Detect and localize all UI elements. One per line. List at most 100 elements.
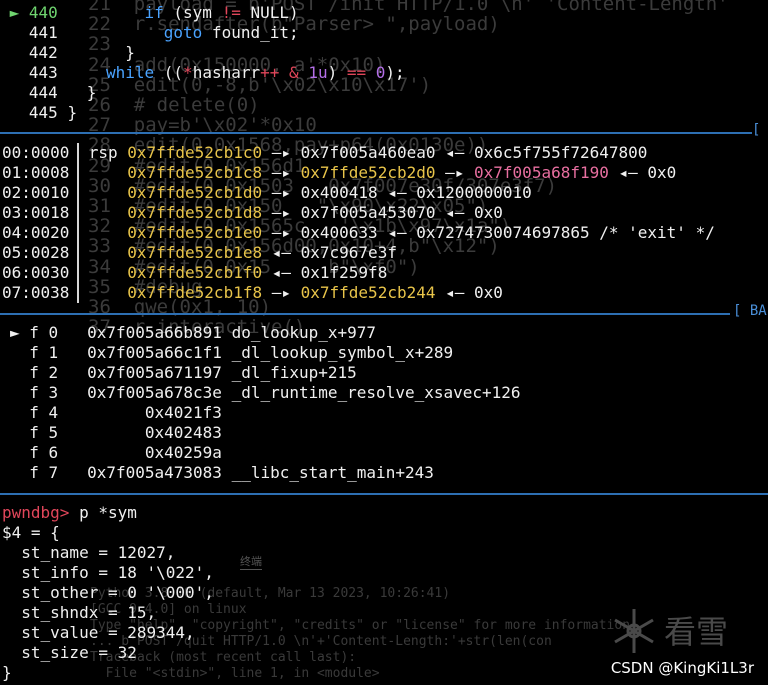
- stack-offset: 00:0000: [2, 143, 70, 162]
- stack-chain-value: 0x7ffde52cb244: [300, 283, 436, 302]
- frame-marker: [10, 363, 29, 382]
- source-code-token: !=: [221, 3, 241, 22]
- stack-chain-value: 0x0: [474, 203, 503, 222]
- stack-offset: 07:0038: [2, 283, 70, 302]
- backtrace-frame[interactable]: f 3 0x7f005a678c3e _dl_runtime_resolve_x…: [10, 383, 520, 403]
- stack-chain-value: ◂—: [377, 223, 417, 242]
- current-line-marker: [0, 43, 29, 62]
- source-code-token: if: [144, 3, 164, 22]
- frame-symbol: _dl_lookup_symbol_x+289: [231, 343, 454, 362]
- stack-offset: 05:0028: [2, 243, 70, 262]
- console-output-line: }: [2, 663, 12, 682]
- stack-chain-value: 0x0: [474, 283, 503, 302]
- stack-offset: 04:0020: [2, 223, 70, 242]
- stack-address[interactable]: 0x7ffde52cb1e8: [127, 243, 262, 262]
- watermark: CSDN @KingKi1L3r: [610, 659, 754, 677]
- current-line-marker: [0, 23, 29, 42]
- stack-chain-value: —▸: [435, 163, 475, 182]
- frame-marker: [10, 403, 29, 422]
- stack-address[interactable]: 0x7ffde52cb1c0: [127, 143, 262, 162]
- backtrace-frame[interactable]: f 5 0x402483: [10, 423, 232, 443]
- stack-address[interactable]: 0x7ffde52cb1e0: [127, 223, 262, 242]
- frame-marker: [10, 463, 29, 482]
- stack-chain-value: 0x0: [647, 163, 677, 182]
- stack-separator-label: [: [752, 122, 761, 138]
- stack-address[interactable]: 0x7ffde52cb1f0: [127, 263, 262, 282]
- stack-chain-value: ◂—: [262, 263, 301, 282]
- backtrace-frame[interactable]: f 2 0x7f005a671197 _dl_fixup+215: [10, 363, 357, 383]
- frame-address: 0x7f005a66c1f1: [87, 343, 232, 362]
- backtrace-frame[interactable]: f 1 0x7f005a66c1f1 _dl_lookup_symbol_x+2…: [10, 343, 453, 363]
- stack-chain-value: 0x1f259f8: [300, 263, 388, 282]
- stack-chain-value: ◂—: [435, 143, 475, 162]
- backtrace-separator-label: [ BA: [733, 303, 767, 319]
- frame-symbol: __libc_start_main+243: [231, 463, 434, 482]
- stack-chain-value: 0x7f005a453070: [300, 203, 436, 222]
- backtrace-frame[interactable]: f 6 0x40259a: [10, 443, 232, 463]
- source-line-number: 445: [28, 103, 68, 122]
- stack-chain-value: 0x7274730074697865 /* 'exit' */: [416, 223, 715, 242]
- source-code-token: [299, 63, 309, 82]
- frame-label: f 3: [29, 383, 88, 402]
- source-code-token: NULL): [240, 3, 299, 22]
- source-code-token: }: [67, 83, 97, 102]
- console-output-line: st_info = 18 '\022',: [2, 563, 214, 582]
- source-code-token: ++: [260, 63, 280, 82]
- stack-offset: 06:0030: [2, 263, 70, 282]
- stack-chain-value: ◂—: [435, 283, 475, 302]
- frame-address: 0x402483: [87, 423, 232, 442]
- stack-address[interactable]: 0x7ffde52cb1c8: [127, 163, 262, 182]
- stack-chain-value: 0x1200000010: [416, 183, 532, 202]
- console-output-line: st_shndx = 15,: [2, 603, 157, 622]
- stack-row: 01:0008 0x7ffde52cb1c8 —▸ 0x7ffde52cb2d0…: [2, 163, 676, 183]
- frame-address: 0x4021f3: [87, 403, 232, 422]
- backtrace-frame[interactable]: f 4 0x4021f3: [10, 403, 232, 423]
- stack-chain-value: 0x7ffde52cb2d0: [300, 163, 436, 182]
- stack-offset: 02:0010: [2, 183, 70, 202]
- frame-label: f 6: [29, 443, 88, 462]
- source-code-token: found_it;: [202, 23, 299, 42]
- frame-label: f 4: [29, 403, 88, 422]
- backtrace-frame[interactable]: f 7 0x7f005a473083 __libc_start_main+243: [10, 463, 434, 483]
- source-code-token: (sym: [163, 3, 222, 22]
- stack-register: [69, 163, 127, 182]
- frame-marker: ►: [10, 323, 30, 342]
- frame-symbol: _dl_fixup+215: [231, 363, 357, 382]
- stack-row: 04:0020 0x7ffde52cb1e0 —▸ 0x400633 ◂— 0x…: [2, 223, 715, 243]
- pwndbg-prompt: pwndbg>: [2, 503, 70, 522]
- stack-address[interactable]: 0x7ffde52cb1d0: [127, 183, 262, 202]
- current-line-marker: [0, 83, 29, 102]
- backtrace-separator: [0, 313, 730, 315]
- source-line-number: 443: [28, 63, 68, 82]
- stack-chain-value: —▸: [262, 183, 301, 202]
- source-code-token: 0: [375, 63, 386, 82]
- console-output-line: $4 = {: [2, 523, 60, 542]
- stack-row: 00:0000 rsp 0x7ffde52cb1c0 —▸ 0x7f005a46…: [2, 143, 647, 163]
- stack-chain-value: 0x400633: [300, 223, 378, 242]
- source-code-token: [366, 63, 376, 82]
- stack-offset: 03:0018: [2, 203, 70, 222]
- stack-address[interactable]: 0x7ffde52cb1d8: [127, 203, 262, 222]
- console-output-line: st_name = 12027,: [2, 543, 176, 562]
- source-code-token: *: [183, 63, 193, 82]
- source-code-token: while: [105, 63, 155, 82]
- stack-row: 02:0010 0x7ffde52cb1d0 —▸ 0x400418 ◂— 0x…: [2, 183, 532, 203]
- frame-label: f 5: [29, 423, 88, 442]
- stack-chain-value: ◂—: [435, 203, 475, 222]
- source-code-token: ==: [346, 63, 367, 82]
- stack-address[interactable]: 0x7ffde52cb1f8: [127, 283, 262, 302]
- stack-register: [69, 263, 127, 282]
- stack-chain-value: —▸: [262, 223, 301, 242]
- stack-register: [69, 283, 127, 302]
- console-output-line: st_value = 289344,: [2, 623, 195, 642]
- backtrace-frame[interactable]: ► f 0 0x7f005a66b891 do_lookup_x+977: [10, 323, 376, 343]
- console-command-line[interactable]: pwndbg> p *sym: [2, 503, 137, 523]
- stack-chain-value: 0x7f005a68f190: [474, 163, 609, 182]
- stack-register: [69, 243, 127, 262]
- console-output-line: st_size = 32: [2, 643, 137, 662]
- frame-marker: [10, 443, 29, 462]
- source-code-token: [279, 63, 289, 82]
- frame-label: f 1: [29, 343, 88, 362]
- source-line-number: 440: [28, 3, 68, 22]
- frame-symbol: do_lookup_x+977: [231, 323, 377, 342]
